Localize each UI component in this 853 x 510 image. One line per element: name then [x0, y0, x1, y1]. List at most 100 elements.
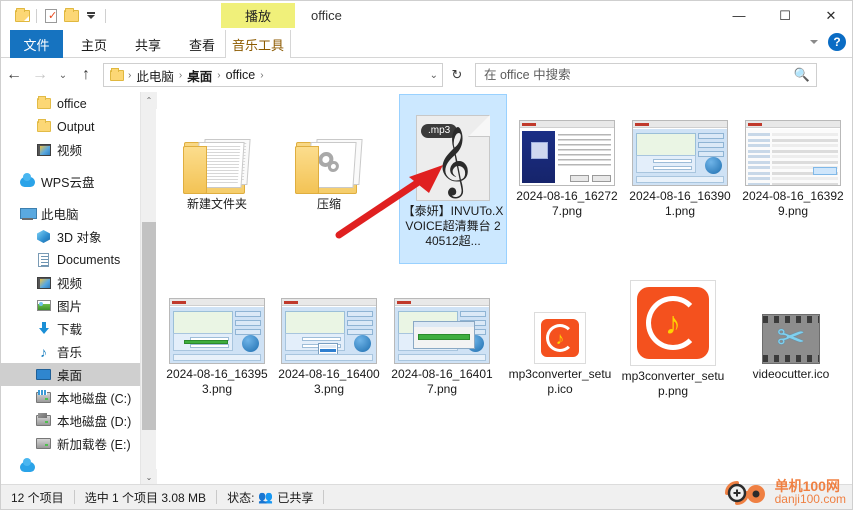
video-icon	[35, 274, 52, 291]
forward-button[interactable]: →	[27, 62, 53, 88]
search-icon[interactable]: 🔍	[794, 67, 810, 83]
sidebar-item-label: 新加载卷 (E:)	[57, 438, 131, 452]
file-name: mp3converter_setup.ico	[508, 367, 612, 396]
watermark-line-2: danji100.com	[774, 492, 846, 506]
contextual-tab-group-header: 播放	[221, 3, 295, 28]
scrollbar-thumb[interactable]	[142, 222, 156, 430]
pc-icon	[19, 205, 37, 222]
list-item[interactable]: ✂ videocutter.ico	[737, 288, 845, 382]
mp3-converter-icon: ♪	[541, 319, 579, 357]
search-input[interactable]	[482, 67, 794, 83]
divider	[323, 490, 325, 504]
sidebar-item-this-pc[interactable]: 此电脑	[1, 202, 140, 225]
sidebar-item-network[interactable]	[1, 455, 140, 478]
tab-file[interactable]: 文件	[10, 30, 63, 58]
folder-icon	[35, 118, 52, 135]
breadcrumb-dropdown-icon[interactable]: ⌄	[430, 70, 438, 81]
back-button[interactable]: ←	[1, 62, 27, 88]
list-item[interactable]: ♪ mp3converter_setup.png	[619, 276, 727, 399]
breadcrumb[interactable]: › 此电脑 › 桌面 › office › ⌄	[103, 63, 443, 87]
list-item[interactable]: 2024-08-16_163901.png	[626, 110, 734, 219]
title-bar: ✓ 播放 office — ☐ ✕	[1, 1, 852, 30]
scroll-up-button[interactable]: ⌃	[141, 92, 157, 109]
list-item[interactable]: 2024-08-16_164017.png	[388, 288, 496, 397]
recent-locations-button[interactable]: ⌄	[53, 62, 73, 88]
close-button[interactable]: ✕	[808, 1, 852, 30]
system-disk-icon	[35, 389, 52, 406]
image-thumbnail	[626, 110, 734, 186]
list-item[interactable]: 新建文件夹	[163, 96, 271, 212]
breadcrumb-separator: ›	[128, 69, 132, 81]
window-title: office	[311, 8, 342, 23]
sidebar-item-label: 3D 对象	[57, 231, 102, 245]
file-name: 压缩	[316, 197, 341, 211]
help-button[interactable]: ?	[828, 33, 846, 51]
refresh-button[interactable]: ↻	[445, 63, 469, 87]
sidebar-item-label: 本地磁盘 (C:)	[57, 392, 132, 406]
ribbon-tab-strip: 文件 主页 共享 查看 音乐工具 ?	[1, 30, 852, 58]
sidebar-item-3d-objects[interactable]: 3D 对象	[1, 225, 140, 248]
sidebar-item-new-volume-e[interactable]: 新加载卷 (E:)	[1, 432, 140, 455]
folder-thumbnail	[163, 96, 271, 194]
app-icon-thumbnail: ✂	[737, 288, 845, 364]
breadcrumb-separator: ›	[178, 69, 183, 81]
breadcrumb-item-office[interactable]: office	[223, 68, 259, 82]
sidebar-item-local-disk-d[interactable]: 本地磁盘 (D:)	[1, 409, 140, 432]
list-item[interactable]: ♪ mp3converter_setup.ico	[506, 288, 614, 397]
tab-music-tools[interactable]: 音乐工具	[225, 30, 291, 58]
image-thumbnail	[163, 288, 271, 364]
breadcrumb-item-this-pc[interactable]: 此电脑	[133, 66, 177, 85]
divider	[36, 8, 37, 23]
image-thumbnail	[275, 288, 383, 364]
sidebar-item-local-disk-c[interactable]: 本地磁盘 (C:)	[1, 386, 140, 409]
breadcrumb-item-desktop[interactable]: 桌面	[184, 66, 215, 85]
status-state-value: 已共享	[277, 490, 314, 505]
list-item[interactable]: 2024-08-16_163953.png	[163, 288, 271, 397]
sidebar-item-pictures[interactable]: 图片	[1, 294, 140, 317]
search-box[interactable]: 🔍	[475, 63, 817, 87]
file-name: 2024-08-16_164017.png	[391, 367, 493, 396]
list-item[interactable]: 2024-08-16_162727.png	[513, 110, 621, 219]
sidebar-item-label: Documents	[57, 252, 121, 267]
desktop-icon	[35, 366, 52, 383]
new-folder-icon[interactable]	[61, 6, 81, 26]
properties-icon[interactable]: ✓	[41, 6, 61, 26]
sidebar-item-downloads[interactable]: 下载	[1, 317, 140, 340]
status-state-label: 状态:	[227, 490, 255, 505]
list-item[interactable]: 2024-08-16_163929.png	[739, 110, 847, 219]
file-list[interactable]: 新建文件夹 压缩 .mp3 𝄞 【泰妍】INVUTo.XVOICE超清舞台 24…	[157, 92, 852, 486]
customize-dropdown-icon[interactable]	[81, 6, 101, 26]
tab-home[interactable]: 主页	[71, 30, 117, 58]
sidebar-item-music[interactable]: ♪ 音乐	[1, 340, 140, 363]
sidebar-item-wps-cloud[interactable]: WPS云盘	[1, 170, 140, 193]
cloud-icon	[19, 172, 36, 190]
sidebar-item-videos-fav[interactable]: 视频	[1, 138, 140, 161]
list-item[interactable]: 压缩	[275, 96, 383, 212]
file-explorer-window: ✓ 播放 office — ☐ ✕ 文件 主页 共享 查看 音乐工具 ? ← →…	[0, 0, 853, 510]
folder-icon[interactable]	[12, 6, 32, 26]
sidebar-item-desktop[interactable]: 桌面	[1, 363, 140, 386]
navigation-pane[interactable]: office Output 视频 WPS云盘 此电脑 3D 对象 Documen…	[1, 92, 140, 486]
chevron-down-icon[interactable]	[810, 40, 818, 44]
minimize-button[interactable]: —	[716, 1, 762, 30]
sidebar-item-videos[interactable]: 视频	[1, 271, 140, 294]
up-button[interactable]: ↑	[73, 62, 99, 88]
file-name: 新建文件夹	[186, 197, 247, 211]
file-name: videocutter.ico	[752, 367, 830, 381]
selection-info: 选中 1 个项目 3.08 MB	[84, 490, 207, 505]
tab-view[interactable]: 查看	[179, 30, 225, 58]
sidebar-item-label: 下载	[57, 323, 83, 337]
sidebar-item-office[interactable]: office	[1, 92, 140, 115]
video-icon	[35, 141, 52, 158]
sidebar-item-label: 视频	[57, 144, 83, 158]
sidebar-item-output[interactable]: Output	[1, 115, 140, 138]
list-item-selected[interactable]: .mp3 𝄞 【泰妍】INVUTo.XVOICE超清舞台 240512超...	[399, 94, 507, 264]
folder-thumbnail	[275, 96, 383, 194]
file-name: 【泰妍】INVUTo.XVOICE超清舞台 240512超...	[402, 204, 504, 248]
maximize-button[interactable]: ☐	[762, 1, 808, 30]
tab-share[interactable]: 共享	[125, 30, 171, 58]
sidebar-item-documents[interactable]: Documents	[1, 248, 140, 271]
navigation-pane-scrollbar[interactable]: ⌃ ⌄	[140, 92, 157, 486]
list-item[interactable]: 2024-08-16_164003.png	[275, 288, 383, 397]
